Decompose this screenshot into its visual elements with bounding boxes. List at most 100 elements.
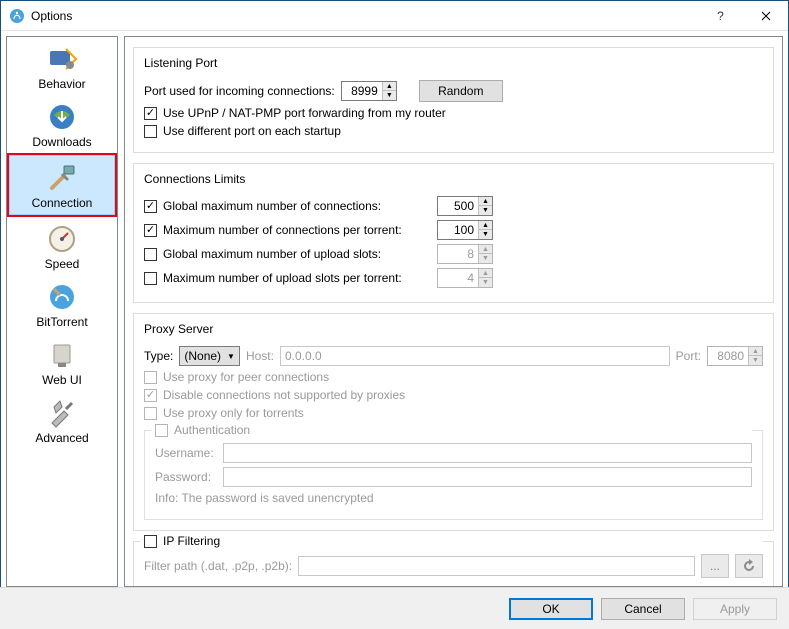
proxy-only-torrents-checkbox <box>144 407 157 420</box>
upload-per-torrent-value <box>438 269 478 287</box>
sidebar-item-speed[interactable]: Speed <box>7 217 117 275</box>
sidebar-item-label: BitTorrent <box>36 315 87 329</box>
upload-per-torrent-input: ▲▼ <box>437 268 493 288</box>
global-max-value[interactable] <box>438 197 478 215</box>
sidebar-item-webui[interactable]: Web UI <box>7 333 117 391</box>
apply-button: Apply <box>693 598 777 620</box>
random-button[interactable]: Random <box>419 80 503 102</box>
window-title: Options <box>31 9 698 23</box>
proxy-port-input: ▲▼ <box>707 346 763 366</box>
global-upload-checkbox[interactable] <box>144 248 157 261</box>
proxy-port-value <box>708 347 748 365</box>
dialog-footer: OK Cancel Apply <box>0 587 789 629</box>
ipfilter-checkbox[interactable] <box>144 535 157 548</box>
password-input <box>223 467 752 487</box>
global-max-checkbox[interactable] <box>144 200 157 213</box>
max-per-torrent-label: Maximum number of connections per torren… <box>163 223 431 237</box>
speed-icon <box>46 223 78 255</box>
spinner: ▲▼ <box>478 269 492 287</box>
username-input <box>223 443 752 463</box>
port-spinner[interactable]: ▲▼ <box>382 82 396 100</box>
diffport-checkbox[interactable] <box>144 125 157 138</box>
chevron-down-icon: ▼ <box>227 352 235 361</box>
global-upload-value <box>438 245 478 263</box>
proxy-peer-label: Use proxy for peer connections <box>163 370 329 384</box>
proxy-type-label: Type: <box>144 349 173 363</box>
proxy-only-torrents-label: Use proxy only for torrents <box>163 406 304 420</box>
proxy-type-value: (None) <box>184 349 221 363</box>
browse-button: ... <box>701 554 729 578</box>
ok-button[interactable]: OK <box>509 598 593 620</box>
auth-info-text: Info: The password is saved unencrypted <box>155 491 374 505</box>
proxy-port-label: Port: <box>676 349 701 363</box>
filter-path-label: Filter path (.dat, .p2p, .p2b): <box>144 559 292 573</box>
filter-path-input <box>298 556 695 576</box>
group-title: Proxy Server <box>140 322 217 336</box>
auth-title: Authentication <box>174 423 250 437</box>
close-button[interactable] <box>743 1 788 31</box>
advanced-icon <box>46 397 78 429</box>
upload-per-torrent-checkbox[interactable] <box>144 272 157 285</box>
port-value[interactable] <box>342 82 382 100</box>
proxy-host-label: Host: <box>246 349 274 363</box>
password-label: Password: <box>155 470 217 484</box>
upnp-label: Use UPnP / NAT-PMP port forwarding from … <box>163 106 446 120</box>
sidebar-item-connection[interactable]: Connection <box>9 155 115 215</box>
help-button[interactable]: ? <box>698 1 743 31</box>
proxy-type-select[interactable]: (None) ▼ <box>179 346 240 366</box>
spinner[interactable]: ▲▼ <box>478 221 492 239</box>
upnp-checkbox[interactable] <box>144 107 157 120</box>
reload-button <box>735 554 763 578</box>
global-upload-input: ▲▼ <box>437 244 493 264</box>
connections-limits-group: Connections Limits Global maximum number… <box>133 163 774 303</box>
listening-port-group: Listening Port Port used for incoming co… <box>133 47 774 153</box>
proxy-peer-checkbox <box>144 371 157 384</box>
sidebar-item-label: Downloads <box>32 135 91 149</box>
max-per-torrent-checkbox[interactable] <box>144 224 157 237</box>
sidebar-item-label: Speed <box>45 257 80 271</box>
group-title: Listening Port <box>140 56 221 70</box>
spinner[interactable]: ▲▼ <box>478 197 492 215</box>
sidebar-item-behavior[interactable]: Behavior <box>7 37 117 95</box>
sidebar-item-label: Web UI <box>42 373 82 387</box>
proxy-server-group: Proxy Server Type: (None) ▼ Host: Port: … <box>133 313 774 531</box>
port-input[interactable]: ▲▼ <box>341 81 397 101</box>
cancel-button[interactable]: Cancel <box>601 598 685 620</box>
connection-icon <box>46 162 78 194</box>
global-max-label: Global maximum number of connections: <box>163 199 431 213</box>
content-panel: Listening Port Port used for incoming co… <box>124 36 783 587</box>
global-max-input[interactable]: ▲▼ <box>437 196 493 216</box>
spinner: ▲▼ <box>478 245 492 263</box>
sidebar-item-downloads[interactable]: Downloads <box>7 95 117 153</box>
diffport-label: Use different port on each startup <box>163 124 341 138</box>
sidebar: Behavior Downloads Connection Speed BitT… <box>6 36 118 587</box>
webui-icon <box>46 339 78 371</box>
behavior-icon <box>46 43 78 75</box>
connection-highlight: Connection <box>7 153 117 217</box>
username-label: Username: <box>155 446 217 460</box>
authentication-group: Authentication Username: Password: Info:… <box>144 430 763 520</box>
sidebar-item-bittorrent[interactable]: BitTorrent <box>7 275 117 333</box>
proxy-disable-unsupported-checkbox <box>144 389 157 402</box>
upload-per-torrent-label: Maximum number of upload slots per torre… <box>163 271 431 285</box>
auth-checkbox <box>155 424 168 437</box>
max-per-torrent-value[interactable] <box>438 221 478 239</box>
sidebar-item-label: Advanced <box>35 431 88 445</box>
global-upload-label: Global maximum number of upload slots: <box>163 247 431 261</box>
reload-icon <box>742 559 756 573</box>
titlebar: Options ? <box>1 1 788 31</box>
downloads-icon <box>46 101 78 133</box>
max-per-torrent-input[interactable]: ▲▼ <box>437 220 493 240</box>
port-label: Port used for incoming connections: <box>144 84 335 98</box>
ip-filtering-group: IP Filtering Filter path (.dat, .p2p, .p… <box>133 541 774 587</box>
spinner: ▲▼ <box>748 347 762 365</box>
sidebar-item-advanced[interactable]: Advanced <box>7 391 117 449</box>
bittorrent-icon <box>46 281 78 313</box>
sidebar-item-label: Behavior <box>38 77 85 91</box>
proxy-host-input <box>280 346 670 366</box>
sidebar-item-label: Connection <box>32 196 93 210</box>
group-title: Connections Limits <box>140 172 249 186</box>
ipfilter-title: IP Filtering <box>163 534 220 548</box>
app-icon <box>9 8 25 24</box>
proxy-disable-unsupported-label: Disable connections not supported by pro… <box>163 388 405 402</box>
